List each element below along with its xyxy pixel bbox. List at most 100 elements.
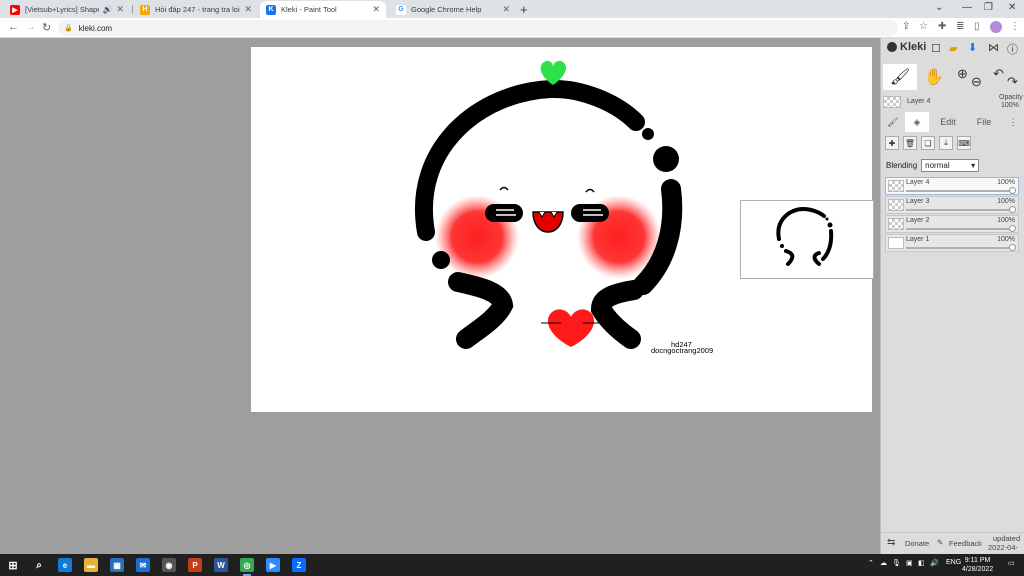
redo-icon[interactable]: ↷: [1007, 74, 1018, 90]
chrome-icon[interactable]: ◎: [240, 558, 254, 576]
address-bar[interactable]: 🔒 kleki.com: [58, 20, 898, 36]
hand-icon: ✋: [924, 69, 944, 86]
reading-list-icon[interactable]: ≣: [956, 21, 964, 32]
layer-opacity-handle[interactable]: [1009, 187, 1016, 194]
signature-line-2: docngoctrang2009: [651, 346, 713, 355]
side-panel-icon[interactable]: ▯: [974, 21, 980, 32]
taskbar-clock[interactable]: 9:11 PM 4/28/2022: [962, 556, 993, 574]
donate-link[interactable]: Donate: [905, 539, 929, 548]
layer-item[interactable]: Layer 4 100%: [885, 177, 1019, 195]
word-icon[interactable]: W: [214, 558, 228, 572]
right-brow: [585, 188, 595, 193]
layer-item[interactable]: Layer 3 100%: [885, 196, 1019, 214]
close-window-icon[interactable]: ✕: [1008, 2, 1016, 13]
tab-search-icon[interactable]: ⌄: [935, 2, 943, 13]
new-image-icon[interactable]: ☐: [931, 42, 941, 55]
layer-actions: ✚ 🗑 ❏ ⤓ ⌨: [885, 136, 971, 152]
store-icon[interactable]: ▦: [110, 558, 124, 572]
browser-tab-hoidap[interactable]: H Hỏi đáp 247 - trang tra loi ✕: [134, 1, 258, 18]
browser-tab-kleki[interactable]: K Kleki - Paint Tool ✕: [260, 1, 386, 18]
layer-opacity-slider[interactable]: [906, 247, 1012, 249]
layer-opacity-handle[interactable]: [1009, 225, 1016, 232]
tray-app-icon[interactable]: ◧: [918, 559, 925, 567]
browser-toolbar: ← → ↻ 🔒 kleki.com ⇪ ☆ ✚ ≣ ▯ ⋮: [0, 18, 1024, 38]
rename-layer-button[interactable]: ⌨: [957, 136, 971, 150]
layer-thumbnail: [888, 237, 904, 249]
close-tab-icon[interactable]: ✕: [244, 4, 252, 15]
delete-layer-button[interactable]: 🗑: [903, 136, 917, 150]
merge-layer-button[interactable]: ⤓: [939, 136, 953, 150]
camera-icon[interactable]: ◉: [162, 558, 176, 572]
help-icon[interactable]: ⓘ: [1007, 41, 1018, 57]
forward-icon[interactable]: →: [25, 21, 36, 33]
open-folder-icon[interactable]: ▰: [949, 42, 957, 55]
kleki-logo-icon: [887, 42, 897, 52]
layer-thumbnail: [888, 218, 904, 230]
powerpoint-icon[interactable]: P: [188, 558, 202, 572]
close-tab-icon[interactable]: ✕: [372, 4, 380, 15]
menu-kebab-icon[interactable]: ⋮: [1010, 21, 1020, 32]
extensions-icon[interactable]: ✚: [938, 21, 946, 32]
more-menu-icon[interactable]: ⋮: [1005, 112, 1021, 132]
hoidap-icon: H: [140, 4, 150, 15]
browser-tab-chrome-help[interactable]: G Google Chrome Help ✕: [390, 1, 516, 18]
close-tab-icon[interactable]: ✕: [502, 4, 510, 15]
layer-item[interactable]: Layer 2 100%: [885, 215, 1019, 233]
microphone-icon[interactable]: 🎙: [892, 559, 901, 567]
plus-icon: ✚: [888, 138, 896, 148]
tab-brush[interactable]: 🖌: [883, 112, 903, 132]
layer-item[interactable]: Layer 1 100%: [885, 234, 1019, 252]
restore-icon[interactable]: ❐: [984, 2, 993, 13]
layer-opacity-slider[interactable]: [906, 209, 1012, 211]
undo-icon[interactable]: ↶: [993, 66, 1004, 82]
share-icon[interactable]: ⇪: [902, 21, 910, 32]
lock-icon[interactable]: 🔒: [64, 24, 73, 32]
mail-icon[interactable]: ✉: [136, 558, 150, 572]
layer-opacity-handle[interactable]: [1009, 244, 1016, 251]
zoom-out-icon[interactable]: ⊖: [971, 74, 982, 90]
add-layer-button[interactable]: ✚: [885, 136, 899, 150]
close-tab-icon[interactable]: ✕: [116, 4, 124, 15]
volume-icon[interactable]: 🔊: [930, 559, 939, 567]
brush-tool-button[interactable]: 🖌: [883, 64, 917, 90]
download-icon[interactable]: ⬇: [968, 41, 977, 54]
canvas-preview[interactable]: [740, 200, 874, 279]
windows-start-icon[interactable]: ⊞: [6, 558, 20, 572]
tab-file[interactable]: File: [967, 112, 1001, 132]
file-explorer-icon[interactable]: ▬: [84, 558, 98, 572]
kleki-side-panel: Kleki ☐ ▰ ⬇ ⋈ ⓘ 🖌 ✋ ⊕ ⊖ ↶ ↷ Layer 4 Opac…: [880, 38, 1024, 561]
zoom-in-icon[interactable]: ⊕: [957, 66, 968, 82]
zoom-app-icon[interactable]: ▶: [266, 558, 280, 572]
tab-edit[interactable]: Edit: [931, 112, 965, 132]
url-text: kleki.com: [78, 23, 113, 33]
language-indicator[interactable]: ENG: [946, 559, 961, 566]
browser-tab-youtube[interactable]: ▶ [Vietsub+Lyrics] Shape Of Yo 🔊 ✕: [4, 1, 130, 18]
network-icon[interactable]: ☁: [880, 559, 887, 567]
tray-chevron-icon[interactable]: ⌃: [868, 559, 874, 567]
layer-opacity-slider[interactable]: [906, 228, 1012, 230]
notifications-icon[interactable]: ▭: [1008, 559, 1015, 567]
left-brow: [499, 186, 509, 191]
new-tab-icon[interactable]: +: [520, 2, 528, 17]
reload-icon[interactable]: ↻: [42, 21, 51, 34]
zalo-icon[interactable]: Z: [292, 558, 306, 572]
kleki-icon: K: [266, 4, 276, 15]
profile-avatar[interactable]: [990, 21, 1002, 33]
duplicate-layer-button[interactable]: ❏: [921, 136, 935, 150]
speaker-icon[interactable]: 🔊: [102, 5, 112, 14]
tray-app-icon[interactable]: ▣: [906, 559, 913, 567]
edge-icon[interactable]: e: [58, 558, 72, 572]
share-icon[interactable]: ⋈: [988, 41, 999, 54]
blending-select[interactable]: normal ▾: [921, 159, 980, 172]
back-icon[interactable]: ←: [8, 21, 19, 33]
hand-tool-button[interactable]: ✋: [917, 64, 951, 90]
bookmark-star-icon[interactable]: ☆: [919, 21, 928, 32]
tab-layers[interactable]: ◈: [905, 112, 929, 132]
layer-opacity-handle[interactable]: [1009, 206, 1016, 213]
swap-side-icon[interactable]: ⇆: [887, 537, 895, 548]
feedback-link[interactable]: Feedback: [949, 539, 982, 548]
minimize-icon[interactable]: —: [962, 2, 972, 13]
layer-opacity-slider[interactable]: [906, 190, 1012, 192]
search-icon[interactable]: ⌕: [32, 558, 46, 572]
right-arm: [590, 280, 644, 349]
